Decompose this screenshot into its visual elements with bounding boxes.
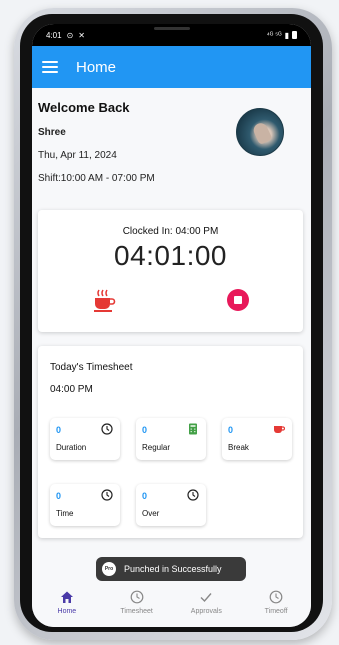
toast-text: Punched in Successfully (124, 564, 222, 574)
bottom-navigation: Home Timesheet Approvals Timeoff (32, 586, 311, 627)
nav-item-home[interactable]: Home (32, 586, 102, 627)
camera-notch (94, 24, 249, 46)
shift-hours: Shift:10:00 AM - 07:00 PM (38, 173, 155, 184)
network-icon: ⁴ᴳ ⁵ᴳ (266, 31, 282, 39)
tile-value: 0 (228, 425, 234, 435)
nav-label: Home (57, 608, 77, 615)
nav-label: Timeoff (264, 608, 288, 615)
clock-icon (269, 590, 283, 604)
clocked-in-label: Clocked In: 04:00 PM (122, 226, 219, 237)
tile-over[interactable]: 0 Over (136, 484, 206, 526)
timesheet-title: Today's Timesheet (50, 362, 133, 373)
nav-item-timeoff[interactable]: Timeoff (241, 586, 311, 627)
tile-label: Regular (142, 443, 171, 452)
toast-message: Pro Punched in Successfully (96, 557, 246, 581)
stop-icon[interactable] (226, 288, 250, 312)
tile-regular[interactable]: 0 Regular (136, 418, 206, 460)
menu-icon[interactable] (42, 61, 58, 73)
nav-label: Approvals (190, 608, 222, 615)
status-time: 4:01 (46, 30, 62, 40)
tile-label: Over (142, 509, 160, 518)
x-icon: ✕ (78, 30, 85, 40)
nav-item-approvals[interactable]: Approvals (172, 586, 242, 627)
sync-icon: ⊙ (66, 30, 74, 40)
calculator-icon (189, 423, 197, 435)
timesheet-start-time: 04:00 PM (50, 384, 93, 395)
tile-value: 0 (142, 425, 148, 435)
tile-label: Break (228, 443, 249, 452)
clock-icon (130, 590, 144, 604)
battery-icon (292, 31, 297, 39)
clock-icon (101, 423, 113, 435)
elapsed-timer: 04:01:00 (114, 240, 227, 271)
clock-card: Clocked In: 04:00 PM 04:01:00 (38, 210, 303, 332)
nav-label: Timesheet (120, 608, 153, 615)
tile-label: Time (56, 509, 74, 518)
tile-break[interactable]: 0 Break (222, 418, 292, 460)
tile-time[interactable]: 0 Time (50, 484, 120, 526)
app-screen: 4:01 ⊙ ✕ ⁴ᴳ ⁵ᴳ ▮ Home Welcome Back Shree… (32, 24, 311, 627)
tile-value: 0 (142, 491, 148, 501)
tile-value: 0 (56, 425, 62, 435)
check-icon (200, 593, 212, 603)
timesheet-card: Today's Timesheet 04:00 PM 0 Duration 0 … (38, 346, 303, 538)
tile-label: Duration (56, 443, 87, 452)
coffee-icon (274, 426, 285, 433)
signal-icon: ▮ (284, 30, 289, 40)
app-bar: Home (32, 46, 311, 88)
clock-icon (187, 489, 199, 501)
tile-duration[interactable]: 0 Duration (50, 418, 120, 460)
clock-icon (101, 489, 113, 501)
home-icon (60, 591, 73, 603)
page-title: Home (76, 58, 117, 76)
tile-value: 0 (56, 491, 62, 501)
app-logo-icon: Pro (102, 562, 116, 576)
nav-item-timesheet[interactable]: Timesheet (102, 586, 172, 627)
avatar[interactable] (236, 108, 284, 156)
break-coffee-icon[interactable] (92, 288, 116, 314)
